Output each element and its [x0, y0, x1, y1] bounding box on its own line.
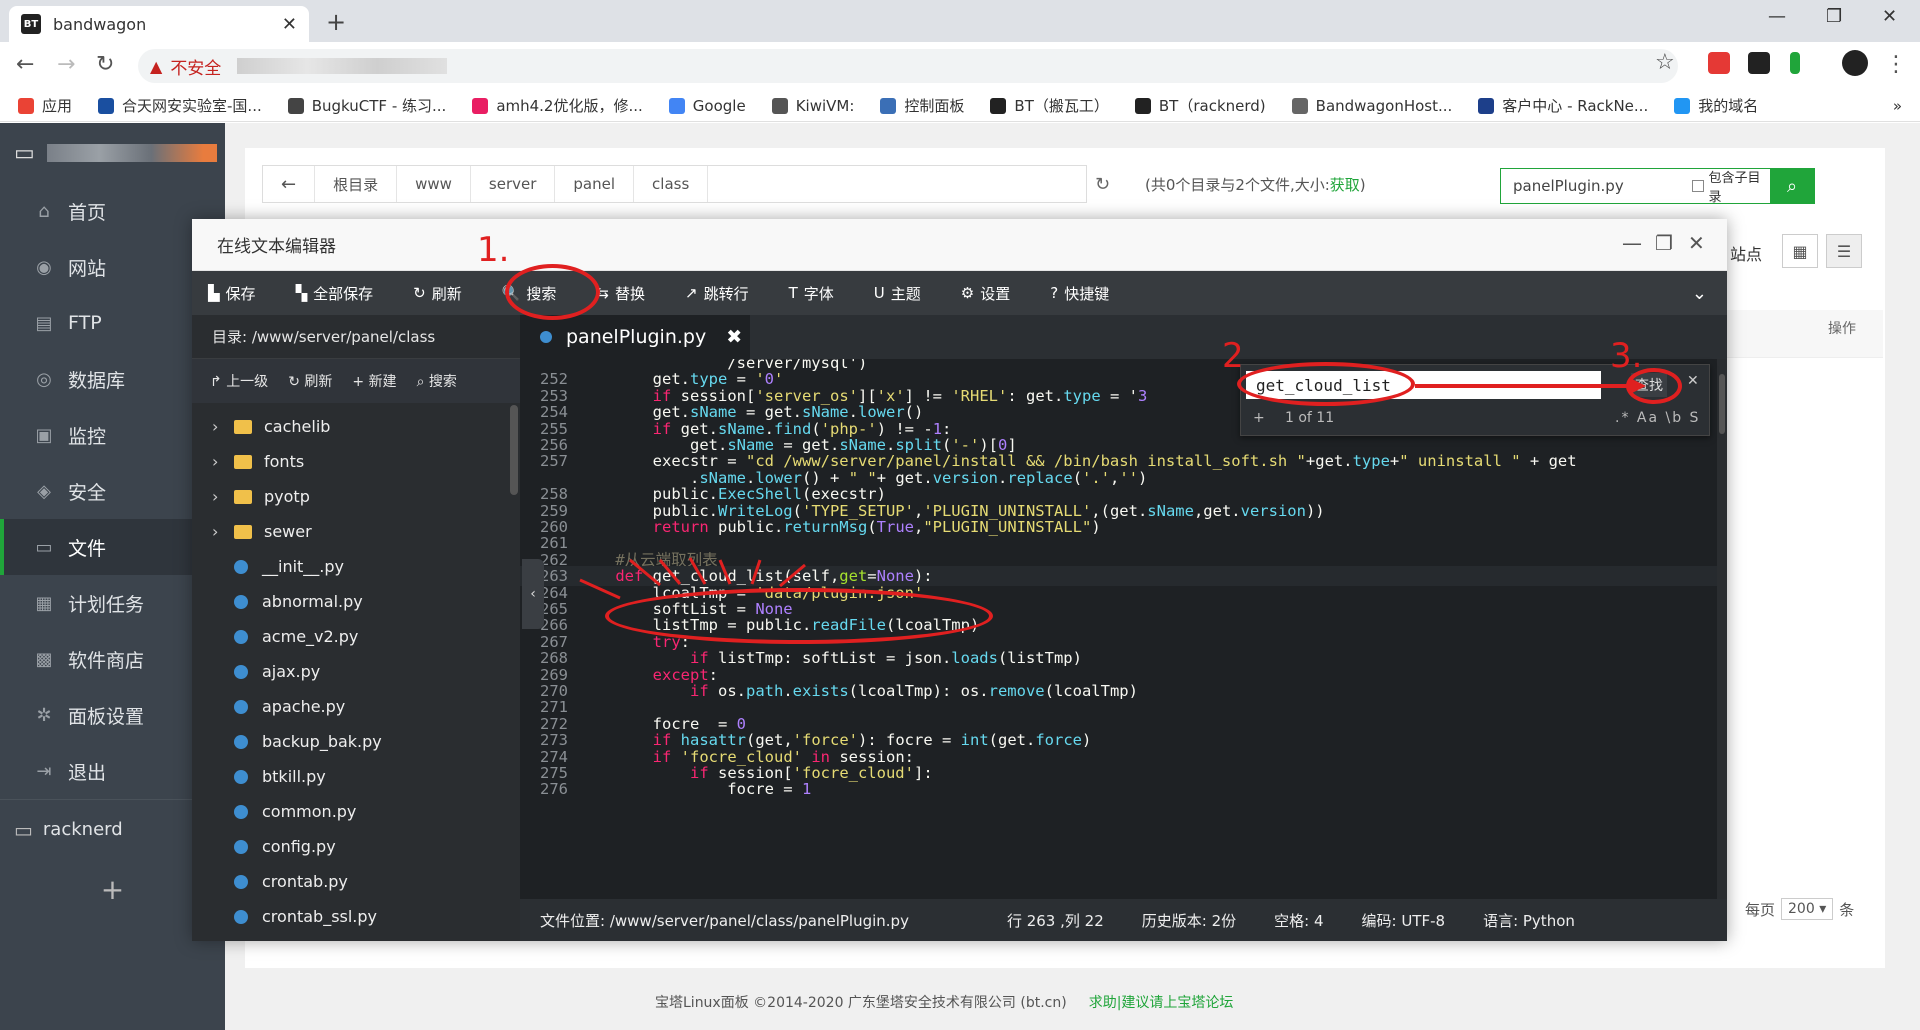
arrow-head — [1630, 378, 1646, 394]
annotation-arrows — [579, 378, 1646, 600]
arrows-to-comment — [579, 557, 806, 600]
